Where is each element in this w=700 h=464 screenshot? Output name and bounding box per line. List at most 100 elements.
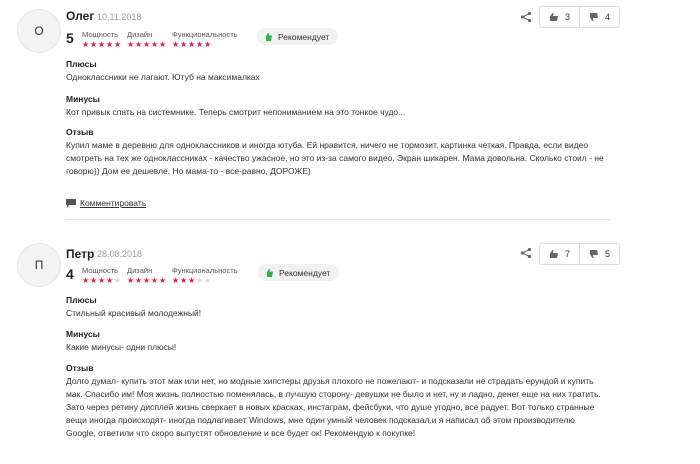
vote-box: 7 5 xyxy=(539,243,621,265)
thumbs-down-icon xyxy=(590,13,599,21)
thumbs-down-icon xyxy=(590,250,599,258)
star-filled-icon: ★ xyxy=(135,40,143,49)
star-filled-icon: ★ xyxy=(172,40,180,49)
comment-link[interactable]: Комментировать xyxy=(66,198,146,208)
star-filled-icon: ★ xyxy=(106,276,114,285)
criterion-label: Дизайн xyxy=(127,266,153,275)
pros-text: Стильный красивый молодежный! xyxy=(66,308,202,318)
star-filled-icon: ★ xyxy=(135,276,143,285)
star-filled-icon: ★ xyxy=(98,276,106,285)
star-empty-icon: ★ xyxy=(114,276,122,285)
thumbs-up-icon xyxy=(550,250,558,258)
review-text: Долго думал- купить этот мак или нет, но… xyxy=(66,376,601,438)
review-divider xyxy=(66,219,610,220)
criterion-label: Функциональность xyxy=(172,266,238,275)
cons-text: Кот привык спать на системнике. Теперь с… xyxy=(66,107,406,117)
star-filled-icon: ★ xyxy=(151,276,159,285)
criterion-label: Функциональность xyxy=(172,30,238,39)
star-filled-icon: ★ xyxy=(82,40,90,49)
criterion-design: Дизайн ★ ★ ★ ★ ★ xyxy=(127,30,167,49)
review-card: П Петр 28.08.2018 4 Мощность ★ ★ ★ ★ ★ Дизай… xyxy=(0,232,700,464)
star-rating: ★ ★ ★ ★ ★ xyxy=(172,41,238,49)
criterion-label: Дизайн xyxy=(127,30,153,39)
star-filled-icon: ★ xyxy=(172,276,180,285)
review-date: 10.11.2018 xyxy=(97,12,142,22)
like-count: 3 xyxy=(565,12,571,22)
star-filled-icon: ★ xyxy=(90,40,98,49)
comment-icon xyxy=(66,198,76,208)
review-section: Отзыв Купил маме в деревню для однокласс… xyxy=(66,127,606,178)
review-title: Отзыв xyxy=(66,363,94,373)
criterion-label: Мощность xyxy=(82,266,119,275)
star-filled-icon: ★ xyxy=(82,276,90,285)
star-filled-icon: ★ xyxy=(204,40,212,49)
review-card: О Олег 10.11.2018 5 Мощность ★ ★ ★ ★ ★ Дизай… xyxy=(0,0,700,232)
author-name: Петр xyxy=(66,247,95,261)
recommend-badge: Рекомендует xyxy=(258,264,340,281)
criterion-functionality: Функциональность ★ ★ ★ ★ ★ xyxy=(172,266,238,285)
dislike-button[interactable]: 4 xyxy=(579,7,619,27)
avatar-initial: О xyxy=(34,24,44,38)
avatar: П xyxy=(17,243,61,287)
recommend-badge: Рекомендует xyxy=(257,28,339,45)
cons-section: Минусы Какие минусы- одни плюсы! xyxy=(66,329,606,354)
pros-title: Плюсы xyxy=(66,59,97,69)
avatar-initial: П xyxy=(34,258,44,272)
criterion-functionality: Функциональность ★ ★ ★ ★ ★ xyxy=(172,30,238,49)
cons-text: Какие минусы- одни плюсы! xyxy=(66,342,177,352)
star-filled-icon: ★ xyxy=(98,40,106,49)
thumbs-up-icon xyxy=(267,268,273,277)
star-empty-icon: ★ xyxy=(196,276,204,285)
star-rating: ★ ★ ★ ★ ★ xyxy=(172,277,238,285)
star-filled-icon: ★ xyxy=(151,40,159,49)
share-icon[interactable] xyxy=(520,11,532,23)
criterion-label: Мощность xyxy=(82,30,119,39)
pros-section: Плюсы Стильный красивый молодежный! xyxy=(66,295,606,320)
like-button[interactable]: 7 xyxy=(540,244,579,264)
star-rating: ★ ★ ★ ★ ★ xyxy=(127,277,167,285)
star-rating: ★ ★ ★ ★ ★ xyxy=(127,41,167,49)
star-filled-icon: ★ xyxy=(114,40,122,49)
review-title: Отзыв xyxy=(66,127,94,137)
dislike-count: 5 xyxy=(605,249,611,259)
star-filled-icon: ★ xyxy=(188,40,196,49)
criterion-power: Мощность ★ ★ ★ ★ ★ xyxy=(82,30,122,49)
star-filled-icon: ★ xyxy=(180,40,188,49)
share-icon[interactable] xyxy=(520,247,532,259)
pros-title: Плюсы xyxy=(66,295,97,305)
star-filled-icon: ★ xyxy=(90,276,98,285)
like-button[interactable]: 3 xyxy=(540,7,579,27)
dislike-button[interactable]: 5 xyxy=(579,244,619,264)
cons-section: Минусы Кот привык спать на системнике. Т… xyxy=(66,94,606,119)
star-filled-icon: ★ xyxy=(159,276,167,285)
vote-box: 3 4 xyxy=(539,6,621,28)
review-section: Отзыв Долго думал- купить этот мак или н… xyxy=(66,363,606,440)
star-filled-icon: ★ xyxy=(143,40,151,49)
criterion-design: Дизайн ★ ★ ★ ★ ★ xyxy=(127,266,167,285)
star-empty-icon: ★ xyxy=(204,276,212,285)
overall-score: 4 xyxy=(66,266,74,282)
star-rating: ★ ★ ★ ★ ★ xyxy=(82,41,122,49)
recommend-label: Рекомендует xyxy=(278,31,330,42)
star-filled-icon: ★ xyxy=(127,40,135,49)
dislike-count: 4 xyxy=(605,12,611,22)
star-filled-icon: ★ xyxy=(127,276,135,285)
overall-score: 5 xyxy=(66,30,74,46)
star-filled-icon: ★ xyxy=(188,276,196,285)
review-date: 28.08.2018 xyxy=(97,249,143,259)
avatar: О xyxy=(17,9,61,53)
author-name: Олег xyxy=(66,9,95,23)
comment-label: Комментировать xyxy=(80,198,147,208)
cons-title: Минусы xyxy=(66,94,100,104)
star-filled-icon: ★ xyxy=(106,40,114,49)
pros-section: Плюсы Одноклассники не лагают. Ютуб на м… xyxy=(66,59,606,84)
recommend-label: Рекомендует xyxy=(279,267,331,278)
criterion-power: Мощность ★ ★ ★ ★ ★ xyxy=(82,266,122,285)
like-count: 7 xyxy=(565,249,571,259)
star-filled-icon: ★ xyxy=(159,40,167,49)
thumbs-up-icon xyxy=(266,32,272,41)
star-filled-icon: ★ xyxy=(143,276,151,285)
cons-title: Минусы xyxy=(66,329,100,339)
pros-text: Одноклассники не лагают. Ютуб на максима… xyxy=(66,72,260,82)
star-filled-icon: ★ xyxy=(180,276,188,285)
